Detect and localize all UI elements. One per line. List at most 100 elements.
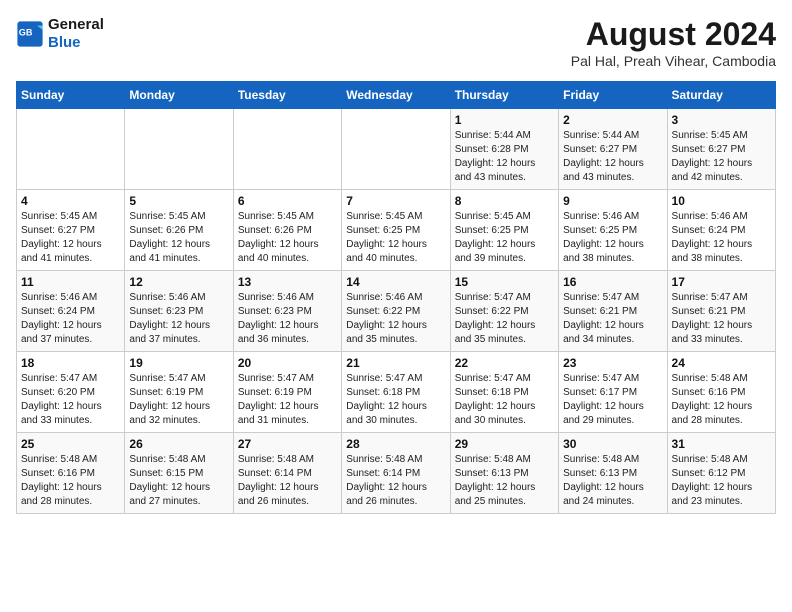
day-info: Sunrise: 5:47 AM Sunset: 6:18 PM Dayligh… (455, 372, 554, 428)
day-info: Sunrise: 5:46 AM Sunset: 6:23 PM Dayligh… (129, 291, 228, 347)
calendar-cell: 29 Sunrise: 5:48 AM Sunset: 6:13 PM Dayli… (450, 433, 558, 514)
day-info: Sunrise: 5:45 AM Sunset: 6:27 PM Dayligh… (672, 129, 771, 185)
day-number: 29 (455, 437, 554, 451)
day-info: Sunrise: 5:46 AM Sunset: 6:25 PM Dayligh… (563, 210, 662, 266)
day-info: Sunrise: 5:47 AM Sunset: 6:19 PM Dayligh… (129, 372, 228, 428)
day-info: Sunrise: 5:45 AM Sunset: 6:27 PM Dayligh… (21, 210, 120, 266)
title-area: August 2024 Pal Hal, Preah Vihear, Cambo… (571, 16, 776, 69)
day-info: Sunrise: 5:48 AM Sunset: 6:14 PM Dayligh… (346, 453, 445, 509)
calendar-cell: 13 Sunrise: 5:46 AM Sunset: 6:23 PM Dayli… (233, 271, 341, 352)
day-info: Sunrise: 5:48 AM Sunset: 6:14 PM Dayligh… (238, 453, 337, 509)
day-number: 5 (129, 194, 228, 208)
calendar-cell: 21 Sunrise: 5:47 AM Sunset: 6:18 PM Dayli… (342, 352, 450, 433)
day-number: 18 (21, 356, 120, 370)
day-number: 22 (455, 356, 554, 370)
calendar-cell: 19 Sunrise: 5:47 AM Sunset: 6:19 PM Dayli… (125, 352, 233, 433)
day-number: 12 (129, 275, 228, 289)
day-number: 19 (129, 356, 228, 370)
calendar-cell: 1Sunrise: 5:44 AM Sunset: 6:28 PM Daylig… (450, 109, 558, 190)
calendar-cell: 11 Sunrise: 5:46 AM Sunset: 6:24 PM Dayli… (17, 271, 125, 352)
calendar-cell: 31 Sunrise: 5:48 AM Sunset: 6:12 PM Dayli… (667, 433, 775, 514)
day-number: 9 (563, 194, 662, 208)
location-title: Pal Hal, Preah Vihear, Cambodia (571, 53, 776, 69)
calendar-cell: 4 Sunrise: 5:45 AM Sunset: 6:27 PM Daylig… (17, 190, 125, 271)
day-number: 7 (346, 194, 445, 208)
day-header-wednesday: Wednesday (342, 82, 450, 109)
day-info: Sunrise: 5:47 AM Sunset: 6:17 PM Dayligh… (563, 372, 662, 428)
day-info: Sunrise: 5:47 AM Sunset: 6:22 PM Dayligh… (455, 291, 554, 347)
day-number: 28 (346, 437, 445, 451)
calendar-cell: 2Sunrise: 5:44 AM Sunset: 6:27 PM Daylig… (559, 109, 667, 190)
calendar-cell: 27 Sunrise: 5:48 AM Sunset: 6:14 PM Dayli… (233, 433, 341, 514)
day-number: 8 (455, 194, 554, 208)
day-info: Sunrise: 5:46 AM Sunset: 6:22 PM Dayligh… (346, 291, 445, 347)
day-number: 25 (21, 437, 120, 451)
header: GB General Blue August 2024 Pal Hal, Pre… (16, 16, 776, 69)
calendar-cell: 3 Sunrise: 5:45 AM Sunset: 6:27 PM Daylig… (667, 109, 775, 190)
day-number: 31 (672, 437, 771, 451)
calendar-cell (342, 109, 450, 190)
day-header-saturday: Saturday (667, 82, 775, 109)
calendar-cell: 25 Sunrise: 5:48 AM Sunset: 6:16 PM Dayli… (17, 433, 125, 514)
calendar-cell: 12 Sunrise: 5:46 AM Sunset: 6:23 PM Dayli… (125, 271, 233, 352)
logo-icon: GB (16, 20, 44, 48)
day-info: Sunrise: 5:46 AM Sunset: 6:23 PM Dayligh… (238, 291, 337, 347)
day-number: 15 (455, 275, 554, 289)
day-info: Sunrise: 5:47 AM Sunset: 6:19 PM Dayligh… (238, 372, 337, 428)
day-info: Sunrise: 5:47 AM Sunset: 6:21 PM Dayligh… (563, 291, 662, 347)
calendar-cell: 17 Sunrise: 5:47 AM Sunset: 6:21 PM Dayli… (667, 271, 775, 352)
day-number: 4 (21, 194, 120, 208)
calendar-cell: 9 Sunrise: 5:46 AM Sunset: 6:25 PM Daylig… (559, 190, 667, 271)
day-info: Sunrise: 5:48 AM Sunset: 6:12 PM Dayligh… (672, 453, 771, 509)
calendar-cell: 30 Sunrise: 5:48 AM Sunset: 6:13 PM Dayli… (559, 433, 667, 514)
calendar-cell: 14 Sunrise: 5:46 AM Sunset: 6:22 PM Dayli… (342, 271, 450, 352)
day-number: 17 (672, 275, 771, 289)
day-number: 2 (563, 113, 662, 127)
day-number: 13 (238, 275, 337, 289)
day-header-monday: Monday (125, 82, 233, 109)
day-header-thursday: Thursday (450, 82, 558, 109)
day-info: Sunrise: 5:48 AM Sunset: 6:16 PM Dayligh… (21, 453, 120, 509)
day-info: Sunrise: 5:47 AM Sunset: 6:20 PM Dayligh… (21, 372, 120, 428)
day-header-sunday: Sunday (17, 82, 125, 109)
day-info: Sunrise: 5:48 AM Sunset: 6:13 PM Dayligh… (455, 453, 554, 509)
calendar-cell: 26Sunrise: 5:48 AM Sunset: 6:15 PM Dayli… (125, 433, 233, 514)
day-number: 26 (129, 437, 228, 451)
day-number: 16 (563, 275, 662, 289)
day-info: Sunrise: 5:45 AM Sunset: 6:26 PM Dayligh… (129, 210, 228, 266)
day-number: 10 (672, 194, 771, 208)
svg-text:GB: GB (19, 27, 33, 37)
day-info: Sunrise: 5:45 AM Sunset: 6:25 PM Dayligh… (455, 210, 554, 266)
calendar-cell: 20 Sunrise: 5:47 AM Sunset: 6:19 PM Dayli… (233, 352, 341, 433)
day-number: 14 (346, 275, 445, 289)
calendar-cell: 28 Sunrise: 5:48 AM Sunset: 6:14 PM Dayli… (342, 433, 450, 514)
month-title: August 2024 (571, 16, 776, 53)
calendar-cell: 16 Sunrise: 5:47 AM Sunset: 6:21 PM Dayli… (559, 271, 667, 352)
day-number: 30 (563, 437, 662, 451)
day-info: Sunrise: 5:46 AM Sunset: 6:24 PM Dayligh… (672, 210, 771, 266)
day-number: 20 (238, 356, 337, 370)
day-number: 21 (346, 356, 445, 370)
calendar-table: SundayMondayTuesdayWednesdayThursdayFrid… (16, 81, 776, 514)
day-info: Sunrise: 5:46 AM Sunset: 6:24 PM Dayligh… (21, 291, 120, 347)
day-header-tuesday: Tuesday (233, 82, 341, 109)
calendar-cell: 15 Sunrise: 5:47 AM Sunset: 6:22 PM Dayli… (450, 271, 558, 352)
calendar-cell: 6 Sunrise: 5:45 AM Sunset: 6:26 PM Daylig… (233, 190, 341, 271)
calendar-cell (125, 109, 233, 190)
day-info: Sunrise: 5:45 AM Sunset: 6:26 PM Dayligh… (238, 210, 337, 266)
day-info: Sunrise: 5:47 AM Sunset: 6:21 PM Dayligh… (672, 291, 771, 347)
day-number: 6 (238, 194, 337, 208)
calendar-cell (233, 109, 341, 190)
day-number: 3 (672, 113, 771, 127)
day-number: 23 (563, 356, 662, 370)
logo-text: General Blue (48, 16, 104, 52)
day-number: 1 (455, 113, 554, 127)
calendar-cell: 5 Sunrise: 5:45 AM Sunset: 6:26 PM Daylig… (125, 190, 233, 271)
logo: GB General Blue (16, 16, 104, 52)
day-info: Sunrise: 5:48 AM Sunset: 6:13 PM Dayligh… (563, 453, 662, 509)
calendar-cell (17, 109, 125, 190)
day-number: 11 (21, 275, 120, 289)
day-number: 27 (238, 437, 337, 451)
day-header-friday: Friday (559, 82, 667, 109)
day-info: Sunrise: 5:47 AM Sunset: 6:18 PM Dayligh… (346, 372, 445, 428)
